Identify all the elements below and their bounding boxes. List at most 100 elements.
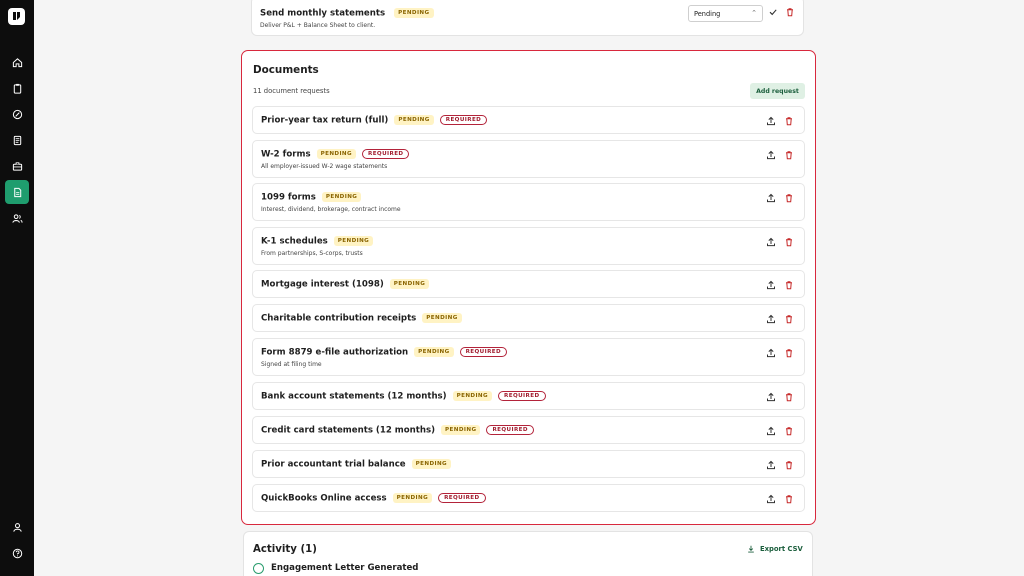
nav-users[interactable] <box>5 206 29 230</box>
document-name-line: W-2 forms PENDING REQUIRED <box>261 149 410 160</box>
export-csv-label: Export CSV <box>760 545 803 553</box>
required-badge: REQUIRED <box>362 149 410 159</box>
document-name-line: Prior-year tax return (full) PENDING REQUI… <box>261 115 488 126</box>
upload-icon[interactable] <box>766 150 776 160</box>
document-row: 1099 forms PENDING Interest, dividend, bro… <box>252 183 805 221</box>
nav-briefcase[interactable] <box>5 154 29 178</box>
trash-icon[interactable] <box>784 426 794 436</box>
required-badge: REQUIRED <box>498 391 546 401</box>
trash-icon[interactable] <box>784 460 794 470</box>
required-badge: REQUIRED <box>459 347 508 357</box>
status-badge: PENDING <box>321 192 362 202</box>
status-badge: PENDING <box>389 279 430 289</box>
status-badge: PENDING <box>441 425 481 435</box>
trash-icon[interactable] <box>784 494 794 504</box>
document-name: K-1 schedules <box>261 236 328 247</box>
status-badge: PENDING <box>394 115 434 125</box>
document-name-line: Bank account statements (12 months) PENDI… <box>261 391 546 402</box>
status-badge: PENDING <box>316 149 356 159</box>
nav-receipt[interactable] <box>5 128 29 152</box>
document-name-line: Credit card statements (12 months) PENDIN… <box>261 425 534 436</box>
document-name: 1099 forms <box>261 192 316 203</box>
briefcase-icon <box>12 161 22 171</box>
nav-help[interactable] <box>5 541 29 565</box>
document-name-line: Mortgage interest (1098) PENDING <box>261 279 430 290</box>
home-icon <box>12 57 22 67</box>
required-badge: REQUIRED <box>439 115 488 125</box>
document-name: Credit card statements (12 months) <box>261 425 436 436</box>
gauge-icon <box>12 109 22 119</box>
status-badge: PENDING <box>394 8 434 18</box>
export-csv-button[interactable]: Export CSV <box>747 545 803 553</box>
status-select[interactable]: Pending ⌃ <box>688 5 763 22</box>
upload-icon[interactable] <box>766 237 776 247</box>
check-icon[interactable] <box>768 7 778 17</box>
upload-icon[interactable] <box>766 392 776 402</box>
user-icon <box>12 522 22 532</box>
upload-icon[interactable] <box>766 116 776 126</box>
document-name-line: QuickBooks Online access PENDING REQUIRED <box>261 493 486 504</box>
logo-mark-icon <box>13 12 20 20</box>
status-badge: PENDING <box>411 459 452 469</box>
upload-icon[interactable] <box>766 494 776 504</box>
document-name: Mortgage interest (1098) <box>261 279 384 290</box>
document-name: Bank account statements (12 months) <box>261 391 447 402</box>
document-row: Mortgage interest (1098) PENDING <box>252 270 805 298</box>
trash-icon[interactable] <box>784 348 794 358</box>
activity-card: Activity (1) Export CSV Engagement Lette… <box>243 531 813 576</box>
task-description: Deliver P&L + Balance Sheet to client. <box>260 22 376 29</box>
trash-icon[interactable] <box>785 7 795 17</box>
task-card: Send monthly statements PENDING Deliver … <box>251 0 804 36</box>
trash-icon[interactable] <box>784 280 794 290</box>
document-row: QuickBooks Online access PENDING REQUIRED <box>252 484 805 512</box>
upload-icon[interactable] <box>766 314 776 324</box>
nav-clipboard[interactable] <box>5 76 29 100</box>
add-request-button[interactable]: Add request <box>750 83 805 99</box>
document-row: K-1 schedules PENDING From partnerships, S… <box>252 227 805 265</box>
documents-title: Documents <box>253 64 319 76</box>
trash-icon[interactable] <box>784 237 794 247</box>
status-badge: PENDING <box>333 236 374 246</box>
document-name: Form 8879 e-file authorization <box>261 347 409 358</box>
document-description: Signed at filing time <box>261 361 322 368</box>
trash-icon[interactable] <box>784 392 794 402</box>
nav-profile[interactable] <box>5 515 29 539</box>
document-name-line: Form 8879 e-file authorization PENDING REQ… <box>261 347 508 358</box>
upload-icon[interactable] <box>766 460 776 470</box>
upload-icon[interactable] <box>766 280 776 290</box>
sidebar <box>0 0 34 576</box>
nav-documents[interactable] <box>5 180 29 204</box>
help-icon <box>12 548 22 558</box>
status-badge: PENDING <box>392 493 433 503</box>
app-logo[interactable] <box>8 8 25 25</box>
clipboard-icon <box>13 83 21 94</box>
document-row: W-2 forms PENDING REQUIRED All employer-iss… <box>252 140 805 178</box>
trash-icon[interactable] <box>784 116 794 126</box>
nav-home[interactable] <box>5 50 29 74</box>
activity-title: Activity (1) <box>253 544 317 555</box>
trash-icon[interactable] <box>784 150 794 160</box>
status-badge: PENDING <box>414 347 454 357</box>
download-icon <box>748 545 754 553</box>
document-name: QuickBooks Online access <box>261 493 387 504</box>
status-select-value: Pending <box>694 10 721 18</box>
document-name-line: 1099 forms PENDING <box>261 192 362 203</box>
document-row: Credit card statements (12 months) PENDIN… <box>252 416 805 444</box>
trash-icon[interactable] <box>784 193 794 203</box>
timeline-dot <box>253 563 264 574</box>
trash-icon[interactable] <box>784 314 794 324</box>
upload-icon[interactable] <box>766 193 776 203</box>
users-icon <box>11 213 23 223</box>
document-description: From partnerships, S-corps, trusts <box>261 250 363 257</box>
activity-item: Engagement Letter Generated <box>271 563 419 573</box>
upload-icon[interactable] <box>766 426 776 436</box>
nav-gauge[interactable] <box>5 102 29 126</box>
documents-count: 11 document requests <box>253 87 330 95</box>
task-title-line: Send monthly statements PENDING <box>260 8 434 19</box>
upload-icon[interactable] <box>766 348 776 358</box>
document-name: W-2 forms <box>261 149 311 160</box>
document-description: All employer-issued W-2 wage statements <box>261 163 388 170</box>
status-badge: PENDING <box>452 391 493 401</box>
receipt-icon <box>13 135 21 145</box>
document-row: Prior-year tax return (full) PENDING REQUI… <box>252 106 805 134</box>
